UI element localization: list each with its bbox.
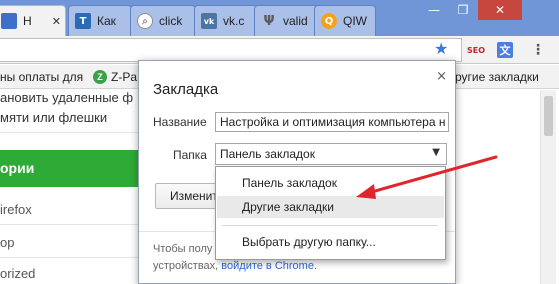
tab-title: Как [97, 14, 116, 28]
dropdown-arrow-icon: ▼ [432, 147, 440, 158]
dropdown-item-bookmarks-bar[interactable]: Панель закладок [217, 172, 444, 194]
maximize-button[interactable]: ❐ [449, 0, 477, 20]
bookmark-name-input[interactable]: Настройка и оптимизация компьютера н [215, 112, 449, 132]
z-logo-icon: Z [93, 70, 107, 84]
tab-vk[interactable]: vk vk.c [194, 5, 258, 36]
page-content: ановить удаленные ф мяти или флешки ории… [0, 90, 140, 284]
page-scrollbar[interactable] [540, 90, 556, 284]
folder-dropdown: Панель закладок Другие закладки Выбрать … [215, 166, 446, 260]
tab-title: click [159, 14, 183, 28]
category-header: ории [0, 150, 140, 187]
category-link[interactable]: orized [0, 266, 35, 281]
category-link[interactable]: irefox [0, 202, 32, 217]
translate-extension-icon[interactable]: 文 [497, 42, 513, 58]
dropdown-item-other-bookmarks[interactable]: Другие закладки [217, 196, 444, 218]
name-label: Название [153, 115, 207, 129]
close-tab-icon[interactable]: ✕ [52, 15, 61, 28]
bookmark-label: Z-Pa [111, 70, 138, 84]
vk-logo-icon: vk [201, 13, 217, 29]
qiwi-logo-icon: Q [321, 13, 337, 29]
page-text-line: мяти или флешки [0, 110, 108, 125]
bookmark-label: ругие закладки [455, 70, 539, 84]
bookmark-item-other[interactable]: ругие закладки [455, 70, 539, 84]
tab-title: QIW [343, 14, 367, 28]
bookmark-star-icon[interactable]: ★ [434, 41, 448, 57]
tab-active[interactable]: Н ✕ [0, 5, 66, 36]
sign-in-link[interactable]: войдите в Chrome [221, 260, 314, 272]
t-logo-icon: T [75, 13, 91, 29]
minimize-button[interactable]: — [420, 0, 448, 20]
sync-text-part: устройствах, [153, 260, 219, 272]
tab-title: vk.c [223, 14, 245, 28]
divider [0, 257, 140, 258]
folder-label: Папка [173, 148, 207, 162]
close-icon[interactable]: × [436, 69, 447, 84]
bookmark-item-payment[interactable]: ны оплаты для [0, 70, 83, 84]
tab-title: valid [283, 14, 308, 28]
scroll-thumb[interactable] [544, 96, 553, 136]
bookmark-label: ны оплаты для [0, 70, 84, 84]
tab-qiwi[interactable]: Q QIW [314, 5, 376, 36]
folder-selected-value: Панель закладок [220, 147, 315, 161]
sync-text-end: . [313, 260, 318, 272]
folder-select[interactable]: Панель закладок ▼ [215, 143, 447, 165]
tab-valid[interactable]: Ψ valid [254, 5, 320, 36]
antlers-icon: Ψ [263, 13, 275, 29]
sync-text-part: Чтобы полу [153, 243, 213, 255]
close-window-button[interactable]: ✕ [478, 0, 522, 20]
tab-click[interactable]: ⌕ click [130, 5, 196, 36]
blue-square-icon [1, 13, 17, 29]
chrome-menu-icon[interactable]: ⋮ [528, 40, 548, 60]
dialog-title: Закладка [153, 81, 219, 98]
page-text-line: ановить удаленные ф [0, 90, 134, 105]
divider [222, 225, 438, 226]
bookmark-item-zpay[interactable]: Z Z-Pa [93, 70, 137, 84]
category-link[interactable]: op [0, 235, 14, 250]
seo-extension-icon[interactable]: SEO [466, 40, 486, 60]
divider [0, 224, 140, 225]
address-bar[interactable] [0, 38, 462, 62]
search-icon: ⌕ [137, 13, 153, 29]
dropdown-item-choose-folder[interactable]: Выбрать другую папку... [217, 231, 444, 253]
divider [0, 132, 140, 133]
tab-kak[interactable]: T Как [68, 5, 132, 36]
tab-strip: Н ✕ T Как ⌕ click vk vk.c Ψ valid Q QIW … [0, 0, 559, 36]
tab-title: Н [23, 14, 32, 28]
